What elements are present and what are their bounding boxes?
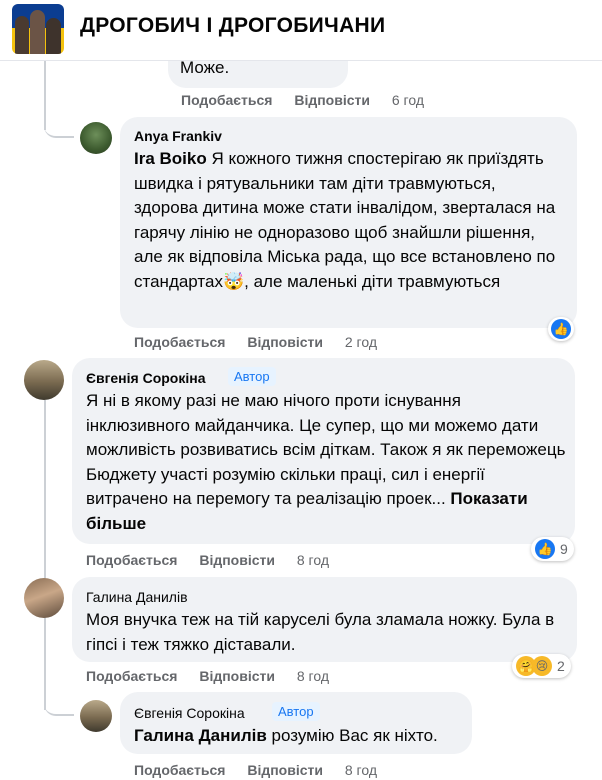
reactions-summary[interactable]: 👍 9 — [531, 537, 574, 561]
comment-actions: Подобається Відповісти 8 год — [86, 552, 347, 568]
comment-author[interactable]: Anya Frankiv — [134, 128, 222, 144]
comment-text: Моя внучка теж на тій каруселі була злам… — [86, 610, 555, 654]
comment-text: Ira Boiko Я кожного тижня спостерігаю як… — [134, 149, 556, 291]
group-avatar[interactable] — [12, 4, 64, 54]
thread-connector — [44, 680, 74, 716]
like-button[interactable]: Подобається — [86, 552, 177, 568]
avatar[interactable] — [24, 578, 64, 618]
mention-link[interactable]: Ira Boiko — [134, 149, 207, 168]
comment-bubble: Євгенія Сорокіна Автор Галина Данилів ро… — [120, 692, 472, 754]
comment-author[interactable]: Галина Данилів — [86, 589, 188, 605]
comment-bubble: Євгенія Сорокіна Автор Я ні в якому разі… — [72, 358, 575, 544]
reaction-count: 2 — [557, 658, 565, 674]
comment-time[interactable]: 8 год — [297, 668, 329, 684]
avatar[interactable] — [80, 122, 112, 154]
comment-actions: Подобається Відповісти 2 год — [134, 334, 395, 350]
reactions-summary[interactable]: 👍 — [548, 317, 574, 341]
like-icon: 👍 — [551, 319, 571, 339]
like-button[interactable]: Подобається — [134, 762, 225, 778]
like-button[interactable]: Подобається — [134, 334, 225, 350]
comment-time[interactable]: 2 год — [345, 334, 377, 350]
reactions-summary[interactable]: 🤗 😢 2 — [512, 654, 571, 678]
comment-bubble: Галина Данилів Моя внучка теж на тій кар… — [72, 577, 577, 662]
author-badge: Автор — [272, 702, 320, 721]
like-icon: 👍 — [535, 539, 555, 559]
comment-actions: Подобається Відповісти 6 год — [181, 92, 442, 108]
like-button[interactable]: Подобається — [181, 92, 272, 108]
sad-emoji-icon: 😢 — [532, 656, 552, 676]
mind-blown-emoji: 🤯 — [222, 271, 245, 291]
comment-time[interactable]: 8 год — [345, 762, 377, 778]
comment-author[interactable]: Євгенія Сорокіна — [134, 705, 245, 721]
comment-text: Галина Данилів розумію Вас як ніхто. — [134, 726, 438, 745]
reply-button[interactable]: Відповісти — [199, 552, 275, 568]
reply-button[interactable]: Відповісти — [247, 762, 323, 778]
reply-button[interactable]: Відповісти — [247, 334, 323, 350]
comment-time[interactable]: 6 год — [392, 92, 424, 108]
comment-time[interactable]: 8 год — [297, 552, 329, 568]
comment-author[interactable]: Євгенія Сорокіна — [86, 370, 206, 386]
author-badge: Автор — [228, 367, 276, 386]
reply-button[interactable]: Відповісти — [294, 92, 370, 108]
comment-bubble: Anya Frankiv Ira Boiko Я кожного тижня с… — [120, 117, 577, 328]
comment-actions: Подобається Відповісти 8 год — [134, 762, 395, 778]
reply-button[interactable]: Відповісти — [199, 668, 275, 684]
comment-actions: Подобається Відповісти 8 год — [86, 668, 347, 684]
like-button[interactable]: Подобається — [86, 668, 177, 684]
thread-connector — [44, 100, 74, 138]
mention-link[interactable]: Галина Данилів — [134, 726, 267, 745]
thread-line — [44, 400, 46, 710]
avatar[interactable] — [24, 360, 64, 400]
group-title[interactable]: ДРОГОБИЧ І ДРОГОБИЧАНИ — [80, 14, 385, 38]
comment-text: Я ні в якому разі не маю нічого проти іс… — [86, 391, 566, 533]
avatar[interactable] — [80, 700, 112, 732]
reaction-count: 9 — [560, 541, 568, 557]
group-header: ДРОГОБИЧ І ДРОГОБИЧАНИ — [0, 0, 602, 61]
